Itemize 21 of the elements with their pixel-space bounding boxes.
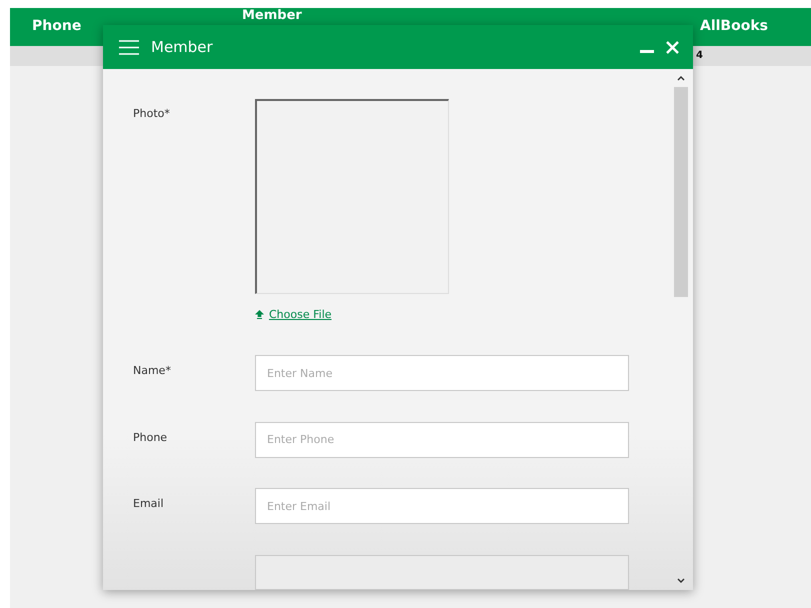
field-label: Phone xyxy=(133,430,168,444)
input-field[interactable] xyxy=(255,555,629,590)
upload-icon xyxy=(255,310,264,319)
minimize-icon[interactable] xyxy=(640,50,654,54)
close-icon[interactable] xyxy=(666,40,679,54)
scrollbar-thumb[interactable] xyxy=(674,87,688,297)
column-header: AllBooks xyxy=(700,18,768,34)
field-label: Email xyxy=(133,496,165,510)
scroll-down-icon[interactable] xyxy=(677,578,685,584)
menu-icon[interactable] xyxy=(119,40,139,54)
choose-file-link[interactable]: Choose File xyxy=(255,308,332,321)
input-field[interactable]: Enter Email xyxy=(255,488,629,524)
scroll-up-icon[interactable] xyxy=(677,75,685,81)
field-label: Photo* xyxy=(133,106,171,120)
field-label: Name* xyxy=(133,363,172,377)
dialog-title: Member xyxy=(151,38,214,56)
column-header: Member xyxy=(242,8,302,24)
input-field[interactable]: Enter Phone xyxy=(255,422,629,458)
input-field[interactable]: Enter Name xyxy=(255,355,629,391)
table-cell: 4 xyxy=(696,50,703,61)
column-header: Phone xyxy=(32,18,82,34)
